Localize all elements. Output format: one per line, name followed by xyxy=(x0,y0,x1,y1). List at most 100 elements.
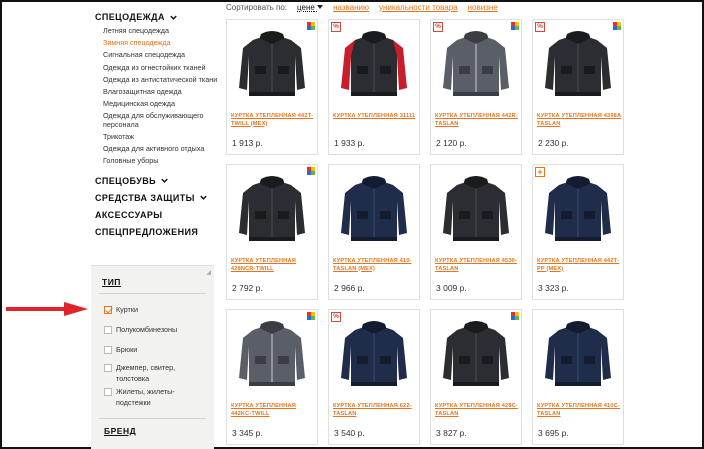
product-image[interactable] xyxy=(233,171,311,249)
product-image[interactable] xyxy=(437,26,515,104)
product-card[interactable]: КУРТКА УТЕПЛЕННАЯ 4530-TASLAN 3 009 р. xyxy=(430,164,522,300)
sidebar-item-4[interactable]: Одежда из антистатической ткани xyxy=(103,75,220,85)
product-image[interactable] xyxy=(437,171,515,249)
product-image[interactable] xyxy=(437,316,515,394)
product-card[interactable]: % КУРТКА УТЕПЛЕННАЯ 4398A TASLAN 2 230 р. xyxy=(532,19,624,155)
filter-option[interactable]: Джемпер, свитер, толстовка xyxy=(104,362,204,384)
product-image[interactable] xyxy=(335,26,413,104)
sort-by-newness[interactable]: новизне xyxy=(468,3,498,12)
checkbox[interactable] xyxy=(104,345,112,354)
product-card[interactable]: КУРТКА УТЕПЛЕННАЯ 410C-TASLAN 3 695 р. xyxy=(532,309,624,445)
sort-label: Сортировать по: xyxy=(226,2,288,12)
product-card[interactable]: КУРТКА УТЕПЛЕННАЯ 428C-TASLAN 3 827 р. xyxy=(430,309,522,445)
product-name-link[interactable]: КУРТКА УТЕПЛЕННАЯ 31111 xyxy=(333,113,419,121)
checkbox[interactable] xyxy=(104,363,112,372)
product-card[interactable]: % КУРТКА УТЕПЛЕННАЯ 442R-TASLAN 2 120 р. xyxy=(430,19,522,155)
sort-by-price[interactable]: цене xyxy=(297,2,324,12)
filter-type-title[interactable]: ТИП xyxy=(91,266,214,288)
sidebar-item-0[interactable]: Летняя спецодежда xyxy=(103,26,220,36)
checkbox[interactable] xyxy=(104,387,112,396)
color-squares-icon xyxy=(511,22,519,30)
product-card[interactable]: % КУРТКА УТЕПЛЕННАЯ 622-TASLAN 3 540 р. xyxy=(328,309,420,445)
filter-option-label: Джемпер, свитер, толстовка xyxy=(116,363,176,383)
category-workwear-label: СПЕЦОДЕЖДА xyxy=(95,12,165,22)
product-card[interactable]: % КУРТКА УТЕПЛЕННАЯ 31111 1 933 р. xyxy=(328,19,420,155)
sort-by-name[interactable]: названию xyxy=(333,3,369,12)
sidebar-item-7[interactable]: Одежда для обслуживающего персонала xyxy=(103,111,220,129)
divider xyxy=(99,418,206,419)
sale-badge-icon: % xyxy=(433,22,443,32)
category-accessories-label: АКСЕССУАРЫ xyxy=(95,209,163,220)
product-price: 3 827 р. xyxy=(436,428,467,438)
product-name-link[interactable]: КУРТКА УТЕПЛЕННАЯ 410-TASLAN (MEX) xyxy=(333,258,419,273)
sidebar-item-2[interactable]: Сигнальная спецодежда xyxy=(103,51,220,60)
sort-by-uniqueness[interactable]: уникальности товара xyxy=(379,3,458,12)
product-price: 1 913 р. xyxy=(232,138,263,148)
category-offers-label: СПЕЦПРЕДЛОЖЕНИЯ xyxy=(95,226,199,237)
category-accessories[interactable]: АКСЕССУАРЫ xyxy=(95,206,220,223)
sidebar-item-10[interactable]: Головные уборы xyxy=(103,157,220,166)
filter-option-label: Брюки xyxy=(116,345,138,354)
product-name-link[interactable]: КУРТКА УТЕПЛЕННАЯ 442T-TWILL (MEX) xyxy=(231,113,317,128)
sale-badge-icon: % xyxy=(331,312,341,322)
product-name-link[interactable]: КУРТКА УТЕПЛЕННАЯ 410C-TASLAN xyxy=(537,403,623,418)
product-image[interactable] xyxy=(335,171,413,249)
sale-badge-icon: % xyxy=(535,22,545,32)
category-footwear[interactable]: СПЕЦОБУВЬ xyxy=(95,172,220,189)
product-card[interactable]: КУРТКА УТЕПЛЕННАЯ 410-TASLAN (MEX) 2 966 … xyxy=(328,164,420,300)
product-price: 2 230 р. xyxy=(538,138,569,148)
filter-option-label: Полукомбинезоны xyxy=(116,325,178,334)
color-squares-icon xyxy=(307,312,315,320)
sidebar-item-3[interactable]: Одежда из огнестойких тканей xyxy=(103,63,220,73)
filter-option[interactable]: Жилеты, жилеты-подстежки xyxy=(104,386,204,408)
product-name-link[interactable]: КУРТКА УТЕПЛЕННАЯ 4530-TASLAN xyxy=(435,258,521,273)
product-image[interactable] xyxy=(335,316,413,394)
sidebar-item-5[interactable]: Влагозащитная одежда xyxy=(103,87,220,97)
filter-brand-title[interactable]: БРЕНД xyxy=(104,426,136,436)
product-price: 1 933 р. xyxy=(334,138,365,148)
chevron-down-icon xyxy=(161,178,168,183)
filter-option[interactable]: Брюки xyxy=(104,344,204,355)
chevron-down-icon xyxy=(170,15,177,20)
product-price: 3 695 р. xyxy=(538,428,569,438)
caret-down-icon xyxy=(317,4,324,9)
sidebar-item-1[interactable]: Зимняя спецодежда xyxy=(103,39,220,48)
filter-option-label: Куртки xyxy=(116,305,138,314)
filter-option[interactable]: Куртки xyxy=(104,304,204,315)
product-card[interactable]: КУРТКА УТЕПЛЕННАЯ 442T-TWILL (MEX) 1 913 … xyxy=(226,19,318,155)
filter-option[interactable]: Полукомбинезоны xyxy=(104,324,204,335)
color-squares-icon xyxy=(613,22,621,30)
checkbox[interactable] xyxy=(104,325,112,334)
product-name-link[interactable]: КУРТКА УТЕПЛЕННАЯ 622-TASLAN xyxy=(333,403,419,418)
sidebar-item-6[interactable]: Медицинская одежда xyxy=(103,100,220,109)
category-sidebar: СПЕЦОДЕЖДА Летняя спецодежда Зимняя спецо… xyxy=(95,10,220,240)
sort-by-price-label: цене xyxy=(297,2,315,12)
sidebar-item-9[interactable]: Одежда для активного отдыха xyxy=(103,145,220,154)
color-squares-icon xyxy=(511,312,519,320)
product-name-link[interactable]: КУРТКА УТЕПЛЕННАЯ 4398A TASLAN xyxy=(537,113,623,128)
product-image[interactable] xyxy=(233,316,311,394)
product-name-link[interactable]: КУРТКА УТЕПЛЕННАЯ 442KC-TWILL xyxy=(231,403,317,418)
product-image[interactable] xyxy=(539,26,617,104)
product-card[interactable]: КУРТКА УТЕПЛЕННАЯ 428NCR-TWILL 2 792 р. xyxy=(226,164,318,300)
filter-option-label: Жилеты, жилеты-подстежки xyxy=(116,387,175,407)
product-image[interactable] xyxy=(539,316,617,394)
corner-mark-icon: ◢ xyxy=(206,270,211,276)
product-card[interactable]: + КУРТКА УТЕПЛЕННАЯ 442T-PP (MEX) 3 323 р. xyxy=(532,164,624,300)
category-offers[interactable]: СПЕЦПРЕДЛОЖЕНИЯ xyxy=(95,223,220,240)
checkbox[interactable] xyxy=(104,305,112,314)
product-name-link[interactable]: КУРТКА УТЕПЛЕННАЯ 428NCR-TWILL xyxy=(231,258,317,273)
product-card[interactable]: КУРТКА УТЕПЛЕННАЯ 442KC-TWILL 3 345 р. xyxy=(226,309,318,445)
category-workwear[interactable]: СПЕЦОДЕЖДА xyxy=(95,10,220,24)
sidebar-item-8[interactable]: Трикотаж xyxy=(103,132,220,142)
sale-badge-icon: % xyxy=(331,22,341,32)
product-image[interactable] xyxy=(539,171,617,249)
category-protection-label: СРЕДСТВА ЗАЩИТЫ xyxy=(95,192,195,203)
product-image[interactable] xyxy=(233,26,311,104)
product-name-link[interactable]: КУРТКА УТЕПЛЕННАЯ 428C-TASLAN xyxy=(435,403,521,418)
product-name-link[interactable]: КУРТКА УТЕПЛЕННАЯ 442R-TASLAN xyxy=(435,113,521,128)
product-price: 3 345 р. xyxy=(232,428,263,438)
category-protection[interactable]: СРЕДСТВА ЗАЩИТЫ xyxy=(95,189,220,206)
color-squares-icon xyxy=(307,22,315,30)
product-name-link[interactable]: КУРТКА УТЕПЛЕННАЯ 442T-PP (MEX) xyxy=(537,258,623,273)
